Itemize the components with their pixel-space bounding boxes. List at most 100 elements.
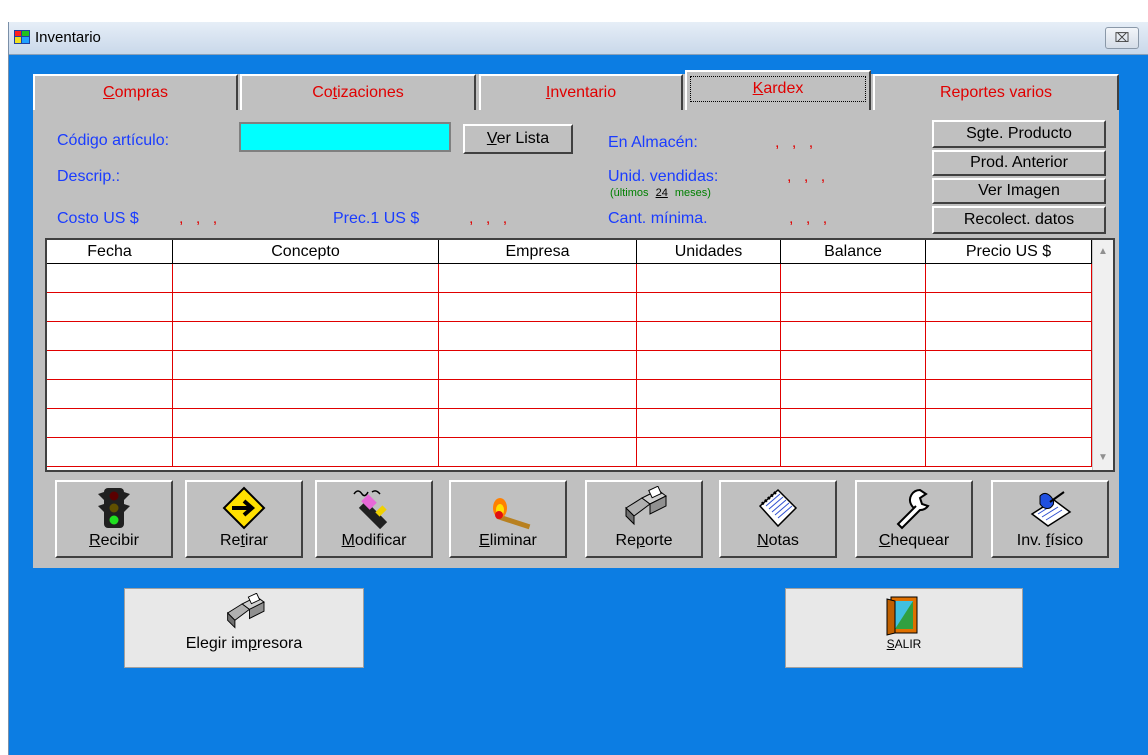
table-cell[interactable] [173,293,439,322]
table-cell[interactable] [173,264,439,293]
arrow-sign-icon [222,486,266,530]
table-cell[interactable] [926,293,1092,322]
table-cell[interactable] [47,351,173,380]
table-cell[interactable] [637,409,781,438]
table-cell[interactable] [781,351,926,380]
table-cell[interactable] [47,409,173,438]
wrench-icon [896,488,930,530]
chequear-label: Chequear [878,532,950,549]
inv-fisico-button[interactable]: Inv. físico [991,480,1109,558]
grid-body [47,264,1092,467]
table-cell[interactable] [926,264,1092,293]
table-cell[interactable] [47,380,173,409]
table-cell[interactable] [47,293,173,322]
table-cell[interactable] [173,380,439,409]
eliminar-button[interactable]: Eliminar [449,480,567,558]
tab-label: nventario [550,84,617,101]
table-row[interactable] [47,293,1092,322]
table-cell[interactable] [439,380,637,409]
table-cell[interactable] [439,409,637,438]
modificar-label: Modificar [341,532,407,549]
table-cell[interactable] [637,322,781,351]
scroll-up-arrow-icon[interactable]: ▲ [1095,242,1111,262]
table-cell[interactable] [926,409,1092,438]
tab-reportes-varios[interactable]: Reportes varios [873,74,1119,110]
tab-compras[interactable]: Compras [33,74,238,110]
table-row[interactable] [47,438,1092,467]
table-row[interactable] [47,380,1092,409]
recibir-button[interactable]: Recibir [55,480,173,558]
ultimos-post: meses) [674,187,711,199]
button-label: er Lista [496,130,550,147]
codigo-input[interactable] [239,122,451,152]
table-cell[interactable] [439,264,637,293]
tab-kardex[interactable]: Kardex [685,70,871,110]
table-cell[interactable] [781,409,926,438]
notas-button[interactable]: Notas [719,480,837,558]
table-cell[interactable] [47,264,173,293]
exit-door-icon [886,596,918,636]
kardex-grid[interactable]: Fecha Concepto Empresa Unidades Balance … [45,238,1115,472]
table-cell[interactable] [926,438,1092,467]
printer-icon [226,593,265,629]
table-cell[interactable] [781,293,926,322]
table-cell[interactable] [173,351,439,380]
sgte-producto-button[interactable]: Sgte. Producto [932,120,1106,148]
printer-icon [625,486,667,526]
notas-label: Notas [757,532,799,549]
table-cell[interactable] [637,351,781,380]
table-cell[interactable] [637,264,781,293]
tab-label-accel: K [752,80,764,97]
table-cell[interactable] [781,322,926,351]
table-cell[interactable] [173,438,439,467]
table-cell[interactable] [637,380,781,409]
table-cell[interactable] [173,322,439,351]
inv-fisico-label: Inv. físico [1016,532,1084,549]
table-cell[interactable] [926,322,1092,351]
close-button[interactable]: ⌧ [1105,27,1139,49]
table-cell[interactable] [173,409,439,438]
ultimos-meses-note: (últimos 24 meses) [610,187,711,199]
table-cell[interactable] [439,293,637,322]
table-cell[interactable] [439,438,637,467]
tab-label: Co [312,84,333,101]
table-row[interactable] [47,264,1092,293]
table-cell[interactable] [47,438,173,467]
tab-cotizaciones[interactable]: Cotizaciones [240,74,476,110]
tab-label: ompras [114,84,168,101]
elegir-impresora-button[interactable]: Elegir impresora [124,588,364,668]
modificar-button[interactable]: Modificar [315,480,433,558]
chequear-button[interactable]: Chequear [855,480,973,558]
ver-imagen-button[interactable]: Ver Imagen [932,178,1106,204]
table-cell[interactable] [439,322,637,351]
ultimos-pre: (últimos [610,187,649,199]
table-cell[interactable] [637,438,781,467]
retirar-button[interactable]: Retirar [185,480,303,558]
recolect-datos-button[interactable]: Recolect. datos [932,206,1106,234]
table-row[interactable] [47,409,1092,438]
table-cell[interactable] [781,438,926,467]
table-cell[interactable] [439,351,637,380]
tab-inventario[interactable]: Inventario [479,74,683,110]
table-cell[interactable] [47,322,173,351]
table-cell[interactable] [781,264,926,293]
table-cell[interactable] [926,351,1092,380]
grid-vertical-scrollbar[interactable]: ▲ ▼ [1092,240,1113,470]
window-title: Inventario [35,29,101,46]
prod-anterior-button[interactable]: Prod. Anterior [932,150,1106,176]
notepad-icon [758,488,798,528]
table-row[interactable] [47,322,1092,351]
costo-value: , , , [179,210,222,227]
table-row[interactable] [47,351,1092,380]
grid-header: Fecha Concepto Empresa Unidades Balance … [47,240,1092,264]
salir-button[interactable]: SALIR [785,588,1023,668]
ver-lista-button[interactable]: Ver Lista [463,124,573,154]
reporte-button[interactable]: Reporte [585,480,703,558]
scroll-down-arrow-icon[interactable]: ▼ [1095,448,1111,468]
table-cell[interactable] [926,380,1092,409]
col-header-fecha: Fecha [47,240,173,264]
table-cell[interactable] [781,380,926,409]
tab-focus-rect: Kardex [689,76,867,102]
table-cell[interactable] [637,293,781,322]
tab-label-accel: C [103,84,115,101]
